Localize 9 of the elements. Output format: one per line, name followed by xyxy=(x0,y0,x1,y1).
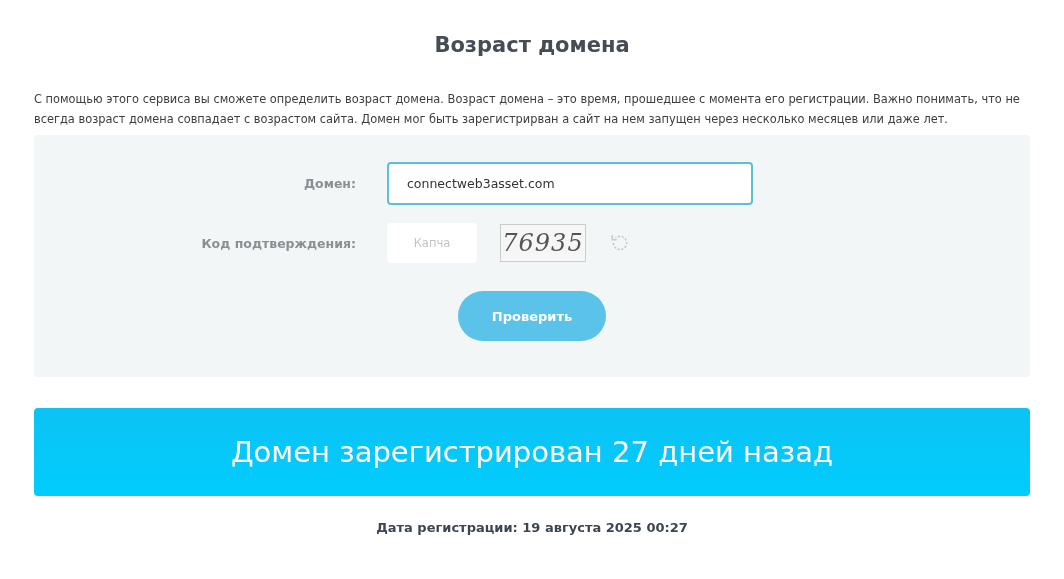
captcha-image: 76935 xyxy=(500,224,586,262)
captcha-input-field[interactable]: Капча xyxy=(387,223,477,263)
registration-date: Дата регистрации: 19 августа 2025 00:27 xyxy=(375,520,689,535)
result-headline: Домен зарегистрирован 27 дней назад xyxy=(230,435,834,469)
field-label: Домен: xyxy=(302,176,356,191)
domain-input-field[interactable]: connectweb3asset.com xyxy=(387,162,753,205)
description-text: С помощью этого сервиса вы сможете определить возраст домена. Возраст домена – это время, прошедшее с момента его регистрации. Важно понимать, что не всегда возраст домена совпадает с возрастом сайта. Домен мог быть зарегистрирван а сайт на нем запущен через несколько месяцев или даже лет. xyxy=(34,91,1021,128)
field-label: Код подтверждения: xyxy=(200,235,356,251)
page-title: Возраст домена xyxy=(433,33,631,59)
